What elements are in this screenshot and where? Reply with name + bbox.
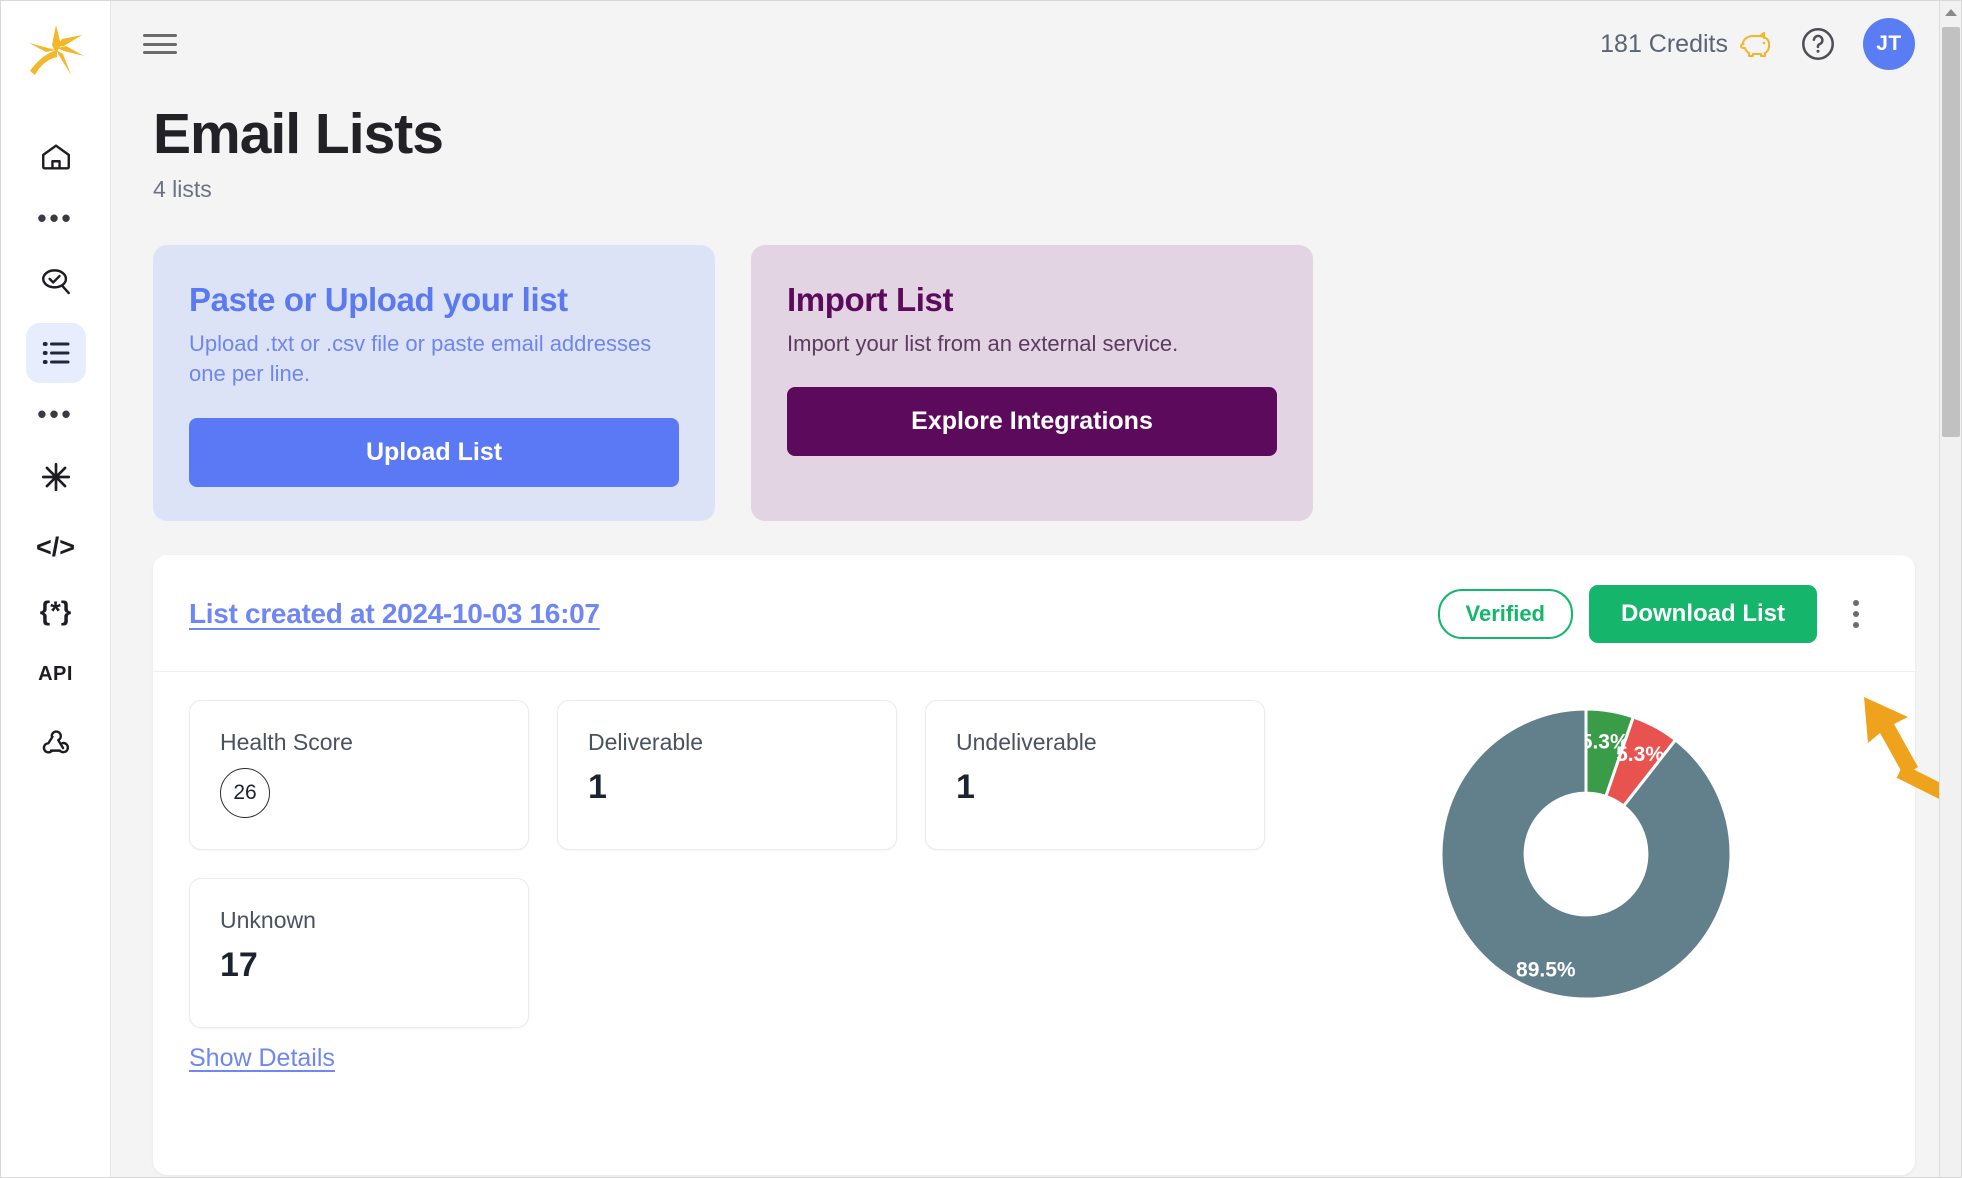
main-area: 181 Credits JT Email Lists 4 lists Paste… xyxy=(111,1,1961,1177)
stat-card-health-score: Health Score 26 xyxy=(189,700,529,851)
donut-chart-svg: 5.3%5.3%89.5% xyxy=(1439,707,1733,1001)
import-card-description: Import your list from an external servic… xyxy=(787,330,1179,356)
sidebar-item-variables[interactable]: {*} xyxy=(26,583,86,639)
kebab-dot xyxy=(1853,611,1859,618)
stat-value: 17 xyxy=(220,946,258,985)
brand-logo-icon xyxy=(28,25,84,75)
hamburger-icon[interactable] xyxy=(143,31,177,57)
paste-card-title: Paste or Upload your list xyxy=(189,280,568,318)
braces-icon: {*} xyxy=(39,595,72,626)
list-header-actions: Verified Download List xyxy=(1437,585,1873,644)
piggy-bank-icon xyxy=(1739,31,1771,58)
explore-integrations-button[interactable]: Explore Integrations xyxy=(787,387,1277,457)
stats-grid: Health Score 26 Deliverable 1 Undelivera… xyxy=(189,700,1299,1029)
list-panel: List created at 2024-10-03 16:07 Verifie… xyxy=(153,555,1915,1176)
stat-label: Unknown xyxy=(220,907,316,934)
stat-value: 1 xyxy=(588,768,607,807)
list-panel-header: List created at 2024-10-03 16:07 Verifie… xyxy=(153,555,1915,673)
help-circle-icon[interactable] xyxy=(1799,25,1837,63)
download-list-button[interactable]: Download List xyxy=(1589,585,1817,644)
action-cards: Paste or Upload your list Upload .txt or… xyxy=(153,244,1915,522)
upload-list-button[interactable]: Upload List xyxy=(189,418,679,488)
stat-label: Health Score xyxy=(220,729,353,756)
sidebar: ••• ••• </> {*} API xyxy=(1,1,111,1177)
sidebar-item-code[interactable]: </> xyxy=(26,519,86,575)
credits-indicator[interactable]: 181 Credits xyxy=(1600,29,1773,59)
app-window: ••• ••• </> {*} API 181 Credits JT Email… xyxy=(0,0,1962,1178)
avatar-initials: JT xyxy=(1876,32,1902,55)
health-score-value: 26 xyxy=(220,768,270,819)
sidebar-item-home[interactable] xyxy=(26,127,86,187)
vertical-scrollbar[interactable] xyxy=(1939,1,1961,1177)
stat-card-undeliverable: Undeliverable 1 xyxy=(925,700,1265,851)
page-subtitle: 4 lists xyxy=(153,175,212,202)
email-verify-search-icon xyxy=(41,269,70,295)
donut-slice-unknown xyxy=(1439,707,1733,1001)
sidebar-item-integrations[interactable] xyxy=(26,447,86,507)
topbar: 181 Credits JT xyxy=(111,1,1961,87)
asterisk-icon xyxy=(41,462,70,492)
stat-label: Undeliverable xyxy=(956,729,1097,756)
sidebar-item-more-1[interactable]: ••• xyxy=(26,199,86,237)
topbar-actions: 181 Credits JT xyxy=(1600,18,1915,70)
show-details-link[interactable]: Show Details xyxy=(153,1028,1915,1073)
kebab-menu-icon[interactable] xyxy=(1839,592,1873,636)
ellipsis-icon: ••• xyxy=(37,202,74,233)
brand-logo[interactable] xyxy=(23,19,89,85)
stat-value: 1 xyxy=(956,768,975,807)
stat-card-unknown: Unknown 17 xyxy=(189,878,529,1029)
kebab-dot xyxy=(1853,600,1859,607)
home-icon xyxy=(41,144,70,170)
list-icon xyxy=(42,342,69,364)
hamburger-bar xyxy=(143,51,177,54)
donut-slice-label: 89.5% xyxy=(1516,959,1576,982)
list-panel-body: Health Score 26 Deliverable 1 Undelivera… xyxy=(153,672,1915,1029)
deliverability-donut-chart: 5.3% 5.3% 89.5% xyxy=(1299,700,1873,1028)
sidebar-item-verify[interactable] xyxy=(26,251,86,311)
page-title: Email Lists xyxy=(153,102,444,166)
paste-card-description: Upload .txt or .csv file or paste email … xyxy=(189,330,652,387)
api-icon: API xyxy=(38,662,73,685)
sidebar-item-api[interactable]: API xyxy=(26,647,86,701)
status-badge[interactable]: Verified xyxy=(1437,589,1573,640)
ellipsis-icon: ••• xyxy=(37,398,74,429)
import-card-title: Import List xyxy=(787,280,954,318)
stat-card-deliverable: Deliverable 1 xyxy=(557,700,897,851)
paste-or-upload-card: Paste or Upload your list Upload .txt or… xyxy=(153,244,715,522)
hamburger-bar xyxy=(143,34,177,37)
list-created-link[interactable]: List created at 2024-10-03 16:07 xyxy=(189,598,600,630)
credits-label: 181 Credits xyxy=(1600,29,1728,58)
code-icon: </> xyxy=(35,531,76,562)
stat-label: Deliverable xyxy=(588,729,704,756)
hamburger-bar xyxy=(143,42,177,46)
sidebar-item-more-2[interactable]: ••• xyxy=(26,395,86,433)
page-content: Email Lists 4 lists Paste or Upload your… xyxy=(111,102,1961,1176)
webhook-icon xyxy=(42,730,69,754)
sidebar-item-webhooks[interactable] xyxy=(26,711,86,771)
scrollbar-thumb[interactable] xyxy=(1942,27,1960,437)
kebab-dot xyxy=(1853,622,1859,629)
sidebar-item-email-lists[interactable] xyxy=(25,323,86,383)
avatar[interactable]: JT xyxy=(1863,18,1915,70)
import-list-card: Import List Import your list from an ext… xyxy=(751,244,1313,522)
scroll-up-arrow-icon[interactable] xyxy=(1940,1,1961,23)
